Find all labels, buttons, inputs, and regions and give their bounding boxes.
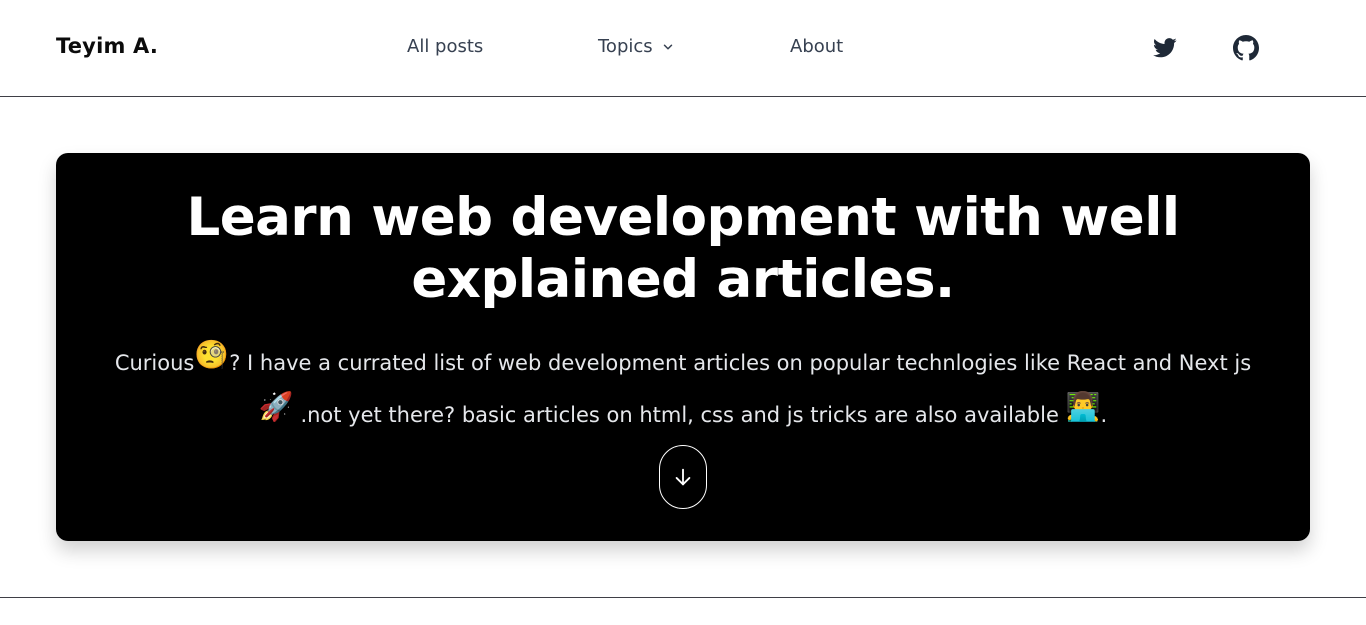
chevron-down-icon — [663, 43, 672, 50]
github-link[interactable] — [1233, 35, 1259, 61]
scroll-down-button[interactable] — [659, 445, 707, 509]
section-divider — [0, 597, 1366, 598]
monocle-face-icon: 🧐 — [194, 338, 230, 371]
hero-banner: Learn web development with well explaine… — [56, 153, 1310, 541]
navbar: Teyim A. All posts Topics About — [0, 0, 1366, 97]
nav-link-all-posts[interactable]: All posts — [407, 36, 483, 57]
hero-text-3: .not yet there? basic articles on html, … — [300, 403, 1059, 427]
technologist-icon: 👨‍💻 — [1065, 390, 1101, 423]
hero-title: Learn web development with well explaine… — [186, 187, 1180, 310]
brand-logo[interactable]: Teyim A. — [56, 34, 158, 58]
nav-topics-dropdown[interactable]: Topics — [598, 36, 675, 57]
hero-description: Curious🧐? I have a currated list of web … — [108, 337, 1258, 441]
hero-text-4: . — [1100, 403, 1108, 427]
rocket-icon: 🚀 — [258, 390, 294, 423]
hero-text-2: ? I have a currated list of web developm… — [229, 351, 1252, 375]
github-icon — [1233, 35, 1259, 61]
hero-text-1: Curious — [114, 351, 195, 375]
arrow-down-icon — [675, 468, 691, 486]
nav-topics-label: Topics — [598, 36, 653, 57]
twitter-link[interactable] — [1152, 35, 1178, 61]
twitter-icon — [1153, 38, 1177, 58]
nav-link-about[interactable]: About — [790, 36, 843, 57]
